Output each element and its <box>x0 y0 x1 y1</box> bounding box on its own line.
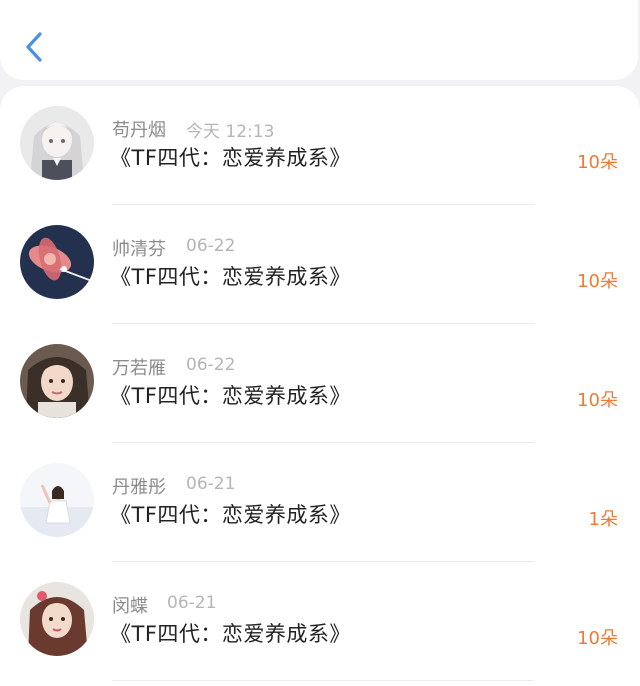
record-date: 06-21 <box>186 474 236 494</box>
avatar[interactable] <box>20 582 94 656</box>
list-item[interactable]: 丹雅彤 06-21 《TF四代：恋爱养成系》 1朵 <box>0 443 640 562</box>
top-bar <box>0 0 638 80</box>
back-button[interactable] <box>20 28 50 68</box>
flower-count: 10朵 <box>577 628 618 649</box>
list-item[interactable]: 万若雁 06-22 《TF四代：恋爱养成系》 10朵 <box>0 324 640 443</box>
user-name: 丹雅彤 <box>112 477 166 498</box>
avatar[interactable] <box>20 463 94 537</box>
user-name: 闵蝶 <box>112 596 148 617</box>
list-item[interactable]: 苟丹烟 今天 12:13 《TF四代：恋爱养成系》 10朵 <box>0 86 640 205</box>
user-name: 帅清芬 <box>112 239 166 260</box>
list-item[interactable]: 闵蝶 06-21 《TF四代：恋爱养成系》 10朵 <box>0 562 640 681</box>
list-item[interactable]: 帅清芬 06-22 《TF四代：恋爱养成系》 10朵 <box>0 205 640 324</box>
book-title: 《TF四代：恋爱养成系》 <box>110 622 351 646</box>
flower-count: 1朵 <box>588 509 618 530</box>
flower-count: 10朵 <box>577 390 618 411</box>
user-name: 万若雁 <box>112 358 166 379</box>
book-title: 《TF四代：恋爱养成系》 <box>110 265 351 289</box>
gift-record-list: 苟丹烟 今天 12:13 《TF四代：恋爱养成系》 10朵 帅清芬 06-22 … <box>0 86 640 686</box>
avatar[interactable] <box>20 225 94 299</box>
book-title: 《TF四代：恋爱养成系》 <box>110 384 351 408</box>
record-date: 06-21 <box>167 593 217 613</box>
record-date: 今天 12:13 <box>186 122 275 142</box>
flower-count: 10朵 <box>577 152 618 173</box>
divider <box>112 680 534 681</box>
record-date: 06-22 <box>186 355 236 375</box>
avatar[interactable] <box>20 344 94 418</box>
user-name: 苟丹烟 <box>112 120 166 141</box>
avatar[interactable] <box>20 106 94 180</box>
record-date: 06-22 <box>186 236 236 256</box>
chevron-left-icon <box>26 32 42 62</box>
book-title: 《TF四代：恋爱养成系》 <box>110 146 351 170</box>
book-title: 《TF四代：恋爱养成系》 <box>110 503 351 527</box>
flower-count: 10朵 <box>577 271 618 292</box>
